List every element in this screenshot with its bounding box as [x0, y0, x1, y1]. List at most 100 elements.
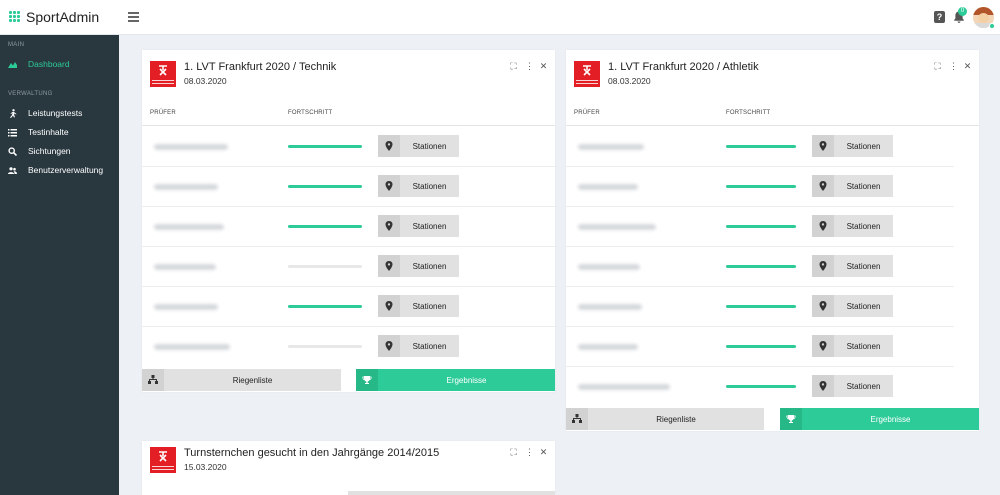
help-icon[interactable]: ?: [934, 11, 945, 23]
more-vertical-icon[interactable]: ⋮: [525, 447, 534, 457]
map-pin-icon: [812, 295, 834, 317]
table-row: Stationen: [142, 287, 555, 327]
table-row: Stationen: [566, 167, 954, 207]
map-pin-icon: [378, 335, 400, 357]
stationen-button[interactable]: Stationen: [812, 215, 893, 237]
stationen-button[interactable]: Stationen: [812, 135, 893, 157]
progress-bar: [288, 265, 362, 268]
card-title: Turnsternchen gesucht in den Jahrgänge 2…: [184, 447, 440, 459]
close-icon[interactable]: ✕: [963, 61, 972, 71]
map-pin-icon: [378, 215, 400, 237]
expand-icon[interactable]: ⛶: [933, 61, 942, 71]
card-date: 15.03.2020: [184, 462, 227, 472]
table-row: Stationen: [566, 127, 954, 167]
close-icon[interactable]: ✕: [539, 447, 548, 457]
table-row: Stationen: [142, 127, 555, 167]
stationen-button[interactable]: Stationen: [378, 255, 459, 277]
riegenliste-button[interactable]: Riegenliste: [142, 369, 341, 391]
examiner-name-redacted: [578, 184, 638, 190]
examiner-name-redacted: [154, 304, 218, 310]
progress-bar: [288, 145, 362, 148]
users-icon: [8, 167, 17, 174]
header-divider: [142, 125, 555, 126]
column-header-fortschritt: FORTSCHRITT: [726, 110, 771, 116]
sidebar-item-label: Dashboard: [28, 59, 70, 69]
examiner-name-redacted: [154, 224, 224, 230]
trophy-icon: [356, 369, 378, 391]
sidebar-item-testinhalte[interactable]: Testinhalte: [0, 125, 119, 141]
sidebar-item-sichtungen[interactable]: Sichtungen: [0, 144, 119, 160]
progress-fill: [726, 145, 796, 148]
stationen-button[interactable]: Stationen: [812, 335, 893, 357]
sidebar-item-label: Benutzerverwaltung: [28, 165, 104, 175]
sidebar-section-verwaltung: VERWALTUNG: [8, 91, 53, 97]
map-pin-icon: [812, 135, 834, 157]
stationen-button[interactable]: Stationen: [378, 175, 459, 197]
header-divider: [566, 125, 979, 126]
partial-button[interactable]: [348, 491, 555, 495]
sidebar-item-leistungstests[interactable]: Leistungstests: [0, 106, 119, 122]
map-pin-icon: [812, 215, 834, 237]
stationen-button[interactable]: Stationen: [378, 335, 459, 357]
table-row: Stationen: [566, 287, 954, 327]
stationen-button[interactable]: Stationen: [378, 295, 459, 317]
card-toolbar: ⛶ ⋮ ✕: [509, 61, 549, 71]
trophy-icon: [780, 408, 802, 430]
table-row: Stationen: [142, 167, 555, 207]
progress-fill: [726, 385, 796, 388]
table-row: Stationen: [566, 367, 954, 407]
card-title: 1. LVT Frankfurt 2020 / Athletik: [608, 61, 759, 73]
ergebnisse-button[interactable]: Ergebnisse: [356, 369, 555, 391]
map-pin-icon: [812, 175, 834, 197]
table-row: Stationen: [142, 207, 555, 247]
dtb-logo: [150, 447, 176, 473]
column-header-pruefer: PRÜFER: [574, 110, 600, 116]
sidebar-item-benutzerverwaltung[interactable]: Benutzerverwaltung: [0, 163, 119, 179]
expand-icon[interactable]: ⛶: [509, 61, 518, 71]
stationen-button[interactable]: Stationen: [812, 255, 893, 277]
progress-bar: [726, 345, 796, 348]
more-vertical-icon[interactable]: ⋮: [949, 61, 958, 71]
hamburger-menu-icon[interactable]: [128, 12, 139, 22]
app-grid-icon: [9, 11, 20, 22]
expand-icon[interactable]: ⛶: [509, 447, 518, 457]
sitemap-icon: [566, 408, 588, 430]
more-vertical-icon[interactable]: ⋮: [525, 61, 534, 71]
stationen-button[interactable]: Stationen: [812, 375, 893, 397]
column-header-fortschritt: FORTSCHRITT: [288, 110, 333, 116]
progress-bar: [726, 145, 796, 148]
sitemap-icon: [142, 369, 164, 391]
progress-fill: [288, 185, 362, 188]
chart-area-icon: [8, 62, 17, 68]
ergebnisse-button[interactable]: Ergebnisse: [780, 408, 979, 430]
examiner-name-redacted: [154, 344, 230, 350]
examiner-name-redacted: [578, 344, 638, 350]
table-row: Stationen: [566, 207, 954, 247]
test-card-athletik: 1. LVT Frankfurt 2020 / Athletik 08.03.2…: [566, 50, 979, 431]
stationen-button[interactable]: Stationen: [378, 215, 459, 237]
stationen-button[interactable]: Stationen: [378, 135, 459, 157]
sidebar-item-dashboard[interactable]: Dashboard: [0, 57, 119, 73]
card-date: 08.03.2020: [184, 76, 227, 86]
close-icon[interactable]: ✕: [539, 61, 548, 71]
progress-bar: [288, 305, 362, 308]
sidebar-item-label: Leistungstests: [28, 108, 83, 118]
progress-bar: [288, 185, 362, 188]
sidebar-section-main: MAIN: [8, 42, 25, 48]
card-toolbar: ⛶ ⋮ ✕: [509, 447, 549, 457]
examiner-name-redacted: [578, 304, 642, 310]
riegenliste-button[interactable]: Riegenliste: [566, 408, 764, 430]
dtb-logo: [574, 61, 600, 87]
test-card-technik: 1. LVT Frankfurt 2020 / Technik 08.03.20…: [142, 50, 555, 392]
stationen-button[interactable]: Stationen: [812, 295, 893, 317]
map-pin-icon: [378, 135, 400, 157]
progress-bar: [726, 265, 796, 268]
test-card-turnsternchen: Turnsternchen gesucht in den Jahrgänge 2…: [142, 441, 555, 495]
sidebar-item-label: Testinhalte: [28, 127, 69, 137]
sidebar-item-label: Sichtungen: [28, 146, 71, 156]
progress-bar: [726, 305, 796, 308]
progress-bar: [288, 345, 362, 348]
stationen-button[interactable]: Stationen: [812, 175, 893, 197]
card-date: 08.03.2020: [608, 76, 651, 86]
progress-fill: [288, 225, 362, 228]
